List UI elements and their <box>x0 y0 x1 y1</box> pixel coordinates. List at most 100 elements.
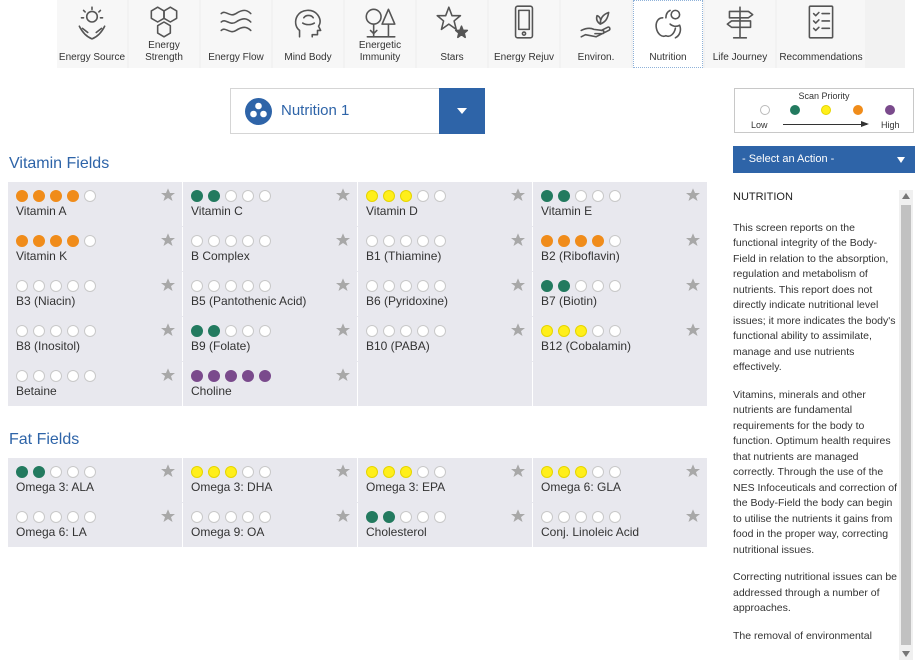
nav-item-energetic-immunity[interactable]: Energetic Immunity <box>345 0 415 68</box>
nav-item-life-journey[interactable]: Life Journey <box>705 0 775 68</box>
priority-dots <box>16 280 101 292</box>
star-icon[interactable] <box>685 187 701 208</box>
star-icon[interactable] <box>335 187 351 208</box>
nav-item-environ[interactable]: Environ. <box>561 0 631 68</box>
star-icon[interactable] <box>510 508 526 529</box>
star-icon[interactable] <box>685 508 701 529</box>
scroll-down-icon[interactable] <box>902 651 910 657</box>
priority-dot <box>191 370 203 382</box>
star-icon[interactable] <box>685 463 701 484</box>
priority-dot <box>84 511 96 523</box>
field-cell[interactable]: Vitamin D <box>358 182 532 226</box>
field-cell[interactable]: Cholesterol <box>358 503 532 547</box>
nav-item-energy-flow[interactable]: Energy Flow <box>201 0 271 68</box>
field-cell[interactable]: B6 (Pyridoxine) <box>358 272 532 316</box>
star-icon[interactable] <box>510 232 526 253</box>
field-cell[interactable]: B2 (Riboflavin) <box>533 227 707 271</box>
priority-dot <box>225 325 237 337</box>
nav-label: Recommendations <box>779 52 863 63</box>
priority-dot <box>383 280 395 292</box>
field-cell[interactable]: Omega 9: OA <box>183 503 357 547</box>
star-icon[interactable] <box>160 187 176 208</box>
star-icon[interactable] <box>510 277 526 298</box>
priority-dot <box>16 190 28 202</box>
star-icon[interactable] <box>685 232 701 253</box>
nav-item-nutrition[interactable]: Nutrition <box>633 0 703 68</box>
star-icon[interactable] <box>160 508 176 529</box>
nav-item-mind-body[interactable]: Mind Body <box>273 0 343 68</box>
field-cell[interactable]: Choline <box>183 362 357 406</box>
star-icon[interactable] <box>510 322 526 343</box>
scroll-up-icon[interactable] <box>902 193 910 199</box>
legend-high: High <box>881 120 900 130</box>
priority-dot <box>383 511 395 523</box>
field-cell[interactable]: B7 (Biotin) <box>533 272 707 316</box>
field-cell[interactable]: Omega 6: GLA <box>533 458 707 502</box>
field-cell[interactable]: Omega 6: LA <box>8 503 182 547</box>
selector-dropdown-button[interactable] <box>439 88 485 134</box>
star-icon[interactable] <box>510 463 526 484</box>
select-action-dropdown[interactable]: - Select an Action - <box>733 146 915 173</box>
priority-dots <box>16 325 101 337</box>
field-name: Vitamin D <box>366 204 418 218</box>
field-cell[interactable]: B9 (Folate) <box>183 317 357 361</box>
field-cell[interactable]: Vitamin C <box>183 182 357 226</box>
priority-dot <box>609 511 621 523</box>
star-icon[interactable] <box>335 508 351 529</box>
field-cell[interactable]: B12 (Cobalamin) <box>533 317 707 361</box>
priority-dot <box>67 280 79 292</box>
priority-dot <box>541 466 553 478</box>
field-cell[interactable]: B8 (Inositol) <box>8 317 182 361</box>
priority-dot <box>434 325 446 337</box>
field-cell[interactable]: Conj. Linoleic Acid <box>533 503 707 547</box>
star-icon[interactable] <box>335 463 351 484</box>
field-cell[interactable]: Betaine <box>8 362 182 406</box>
star-icon[interactable] <box>160 277 176 298</box>
priority-dot <box>191 466 203 478</box>
field-cell[interactable]: B Complex <box>183 227 357 271</box>
field-cell[interactable]: Omega 3: DHA <box>183 458 357 502</box>
field-cell[interactable]: B10 (PABA) <box>358 317 532 361</box>
priority-dot <box>575 466 587 478</box>
star-icon[interactable] <box>335 367 351 388</box>
priority-dots <box>191 190 276 202</box>
nav-item-energy-rejuv[interactable]: Energy Rejuv <box>489 0 559 68</box>
description-scrollbar[interactable] <box>899 190 913 660</box>
nav-item-energy-strength[interactable]: Energy Strength <box>129 0 199 68</box>
star-icon[interactable] <box>685 322 701 343</box>
nav-item-energy-source[interactable]: Energy Source <box>57 0 127 68</box>
priority-dot <box>208 325 220 337</box>
priority-dot <box>242 511 254 523</box>
star-icon[interactable] <box>160 322 176 343</box>
field-cell[interactable]: B5 (Pantothenic Acid) <box>183 272 357 316</box>
star-icon[interactable] <box>160 367 176 388</box>
field-cell[interactable]: Omega 3: EPA <box>358 458 532 502</box>
star-icon[interactable] <box>160 463 176 484</box>
scroll-thumb[interactable] <box>901 205 911 645</box>
star-icon[interactable] <box>510 187 526 208</box>
field-cell[interactable]: Vitamin A <box>8 182 182 226</box>
priority-dot <box>383 466 395 478</box>
field-cell[interactable]: B1 (Thiamine) <box>358 227 532 271</box>
priority-dot <box>366 325 378 337</box>
priority-dot <box>242 190 254 202</box>
nutrition-selector[interactable]: Nutrition 1 <box>230 88 485 134</box>
star-icon[interactable] <box>335 232 351 253</box>
hand-sprout-icon <box>580 11 611 38</box>
nav-item-stars[interactable]: Stars <box>417 0 487 68</box>
priority-dot <box>242 280 254 292</box>
field-cell[interactable]: Omega 3: ALA <box>8 458 182 502</box>
priority-dot <box>417 235 429 247</box>
field-cell[interactable]: Vitamin K <box>8 227 182 271</box>
priority-dots <box>16 235 101 247</box>
star-icon[interactable] <box>160 232 176 253</box>
star-icon[interactable] <box>685 277 701 298</box>
nav-item-recommendations[interactable]: Recommendations <box>777 0 865 68</box>
priority-dot <box>16 370 28 382</box>
star-icon[interactable] <box>335 277 351 298</box>
field-cell[interactable]: Vitamin E <box>533 182 707 226</box>
priority-dot <box>259 325 271 337</box>
field-cell[interactable]: B3 (Niacin) <box>8 272 182 316</box>
priority-dot <box>575 280 587 292</box>
star-icon[interactable] <box>335 322 351 343</box>
